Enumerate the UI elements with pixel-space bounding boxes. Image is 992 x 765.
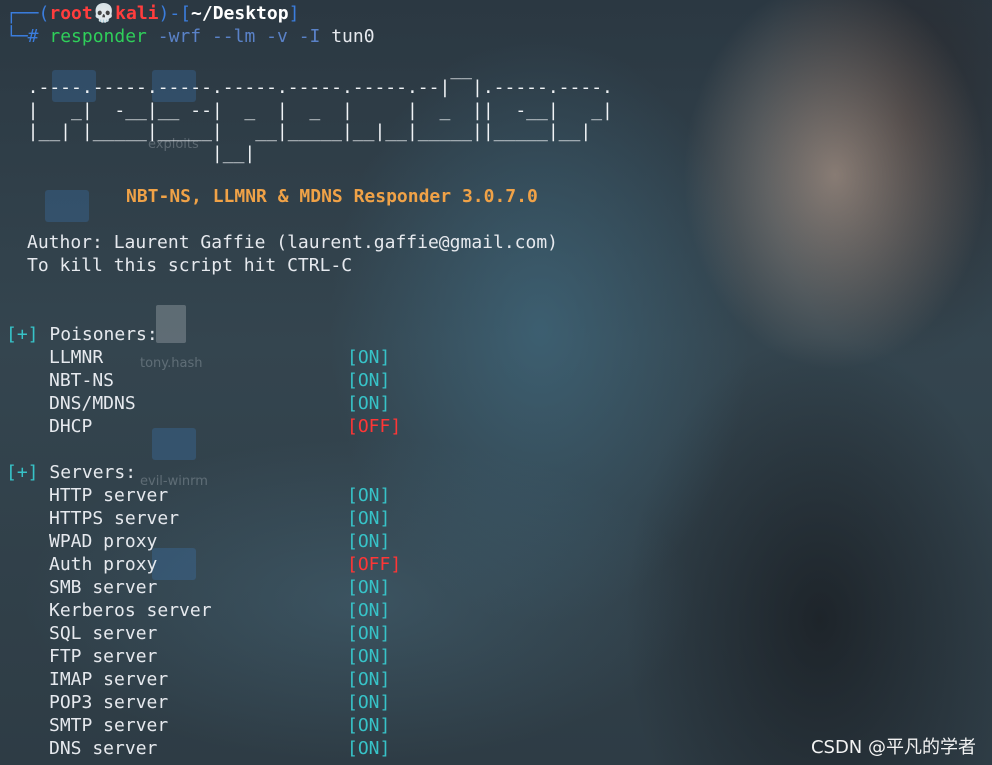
status-row-nbt-ns: NBT-NS [ON] (49, 369, 449, 392)
prompt-line: ┌──(root💀kali)-[~/Desktop] (6, 2, 299, 25)
status-value: [ON] (347, 531, 391, 552)
prompt-frame-open: ┌──( (6, 3, 50, 24)
ascii-art-line: | _| -__|__ --| _ | _ | | _ || -__| _| (6, 100, 613, 121)
status-row-dns-mdns: DNS/MDNS [ON] (49, 392, 449, 415)
status-row-auth-proxy: Auth proxy [OFF] (49, 553, 449, 576)
plus-marker: [+] (6, 324, 39, 345)
prompt-host: kali (115, 3, 159, 24)
prompt-user: root (49, 3, 93, 24)
command-arg: --lm (211, 26, 256, 47)
prompt-frame-mid: )-[ (158, 3, 192, 24)
status-value: [ON] (347, 692, 391, 713)
status-value: [ON] (347, 669, 391, 690)
status-row-smb: SMB server [ON] (49, 576, 449, 599)
status-name: SMTP server (49, 715, 169, 736)
status-value: [ON] (347, 738, 391, 759)
status-value: [ON] (347, 485, 391, 506)
status-row-https: HTTPS server [ON] (49, 507, 449, 530)
status-name: LLMNR (49, 347, 104, 368)
status-name: HTTP server (49, 485, 169, 506)
status-name: DHCP (49, 416, 93, 437)
status-name: IMAP server (49, 669, 169, 690)
status-name: NBT-NS (49, 370, 115, 391)
status-row-pop3: POP3 server [ON] (49, 691, 449, 714)
version-banner: NBT-NS, LLMNR & MDNS Responder 3.0.7.0 (126, 186, 538, 207)
status-row-imap: IMAP server [ON] (49, 668, 449, 691)
status-row-ftp: FTP server [ON] (49, 645, 449, 668)
status-name: DNS/MDNS (49, 393, 136, 414)
prompt-frame-close: ] (288, 3, 300, 24)
status-row-wpad: WPAD proxy [ON] (49, 530, 449, 553)
status-row-llmnr: LLMNR [ON] (49, 346, 449, 369)
author-line: Author: Laurent Gaffie (laurent.gaffie@g… (27, 232, 559, 253)
status-name: HTTPS server (49, 508, 180, 529)
status-name: Kerberos server (49, 600, 212, 621)
ascii-art-line: .----.-----.-----.-----.-----.-----.--| … (6, 77, 613, 98)
kill-hint-line: To kill this script hit CTRL-C (27, 255, 353, 276)
command-line[interactable]: └─# responder -wrf --lm -v -I tun0 (6, 25, 375, 48)
status-name: SMB server (49, 577, 158, 598)
status-value: [ON] (347, 347, 391, 368)
status-row-sql: SQL server [ON] (49, 622, 449, 645)
status-name: SQL server (49, 623, 158, 644)
status-row-kerberos: Kerberos server [ON] (49, 599, 449, 622)
status-value: [ON] (347, 577, 391, 598)
command-arg: -wrf (157, 26, 202, 47)
ascii-art-line: |__| (6, 143, 256, 164)
poisoners-heading: [+] Poisoners: (6, 323, 158, 346)
status-value: [ON] (347, 370, 391, 391)
plus-marker: [+] (6, 462, 39, 483)
command-arg: -v (266, 26, 288, 47)
skull-icon: 💀 (92, 3, 116, 24)
servers-heading: [+] Servers: (6, 461, 136, 484)
status-row-dns: DNS server [ON] (49, 737, 449, 760)
status-name: FTP server (49, 646, 158, 667)
section-title: Poisoners: (49, 324, 158, 345)
status-value: [ON] (347, 393, 391, 414)
status-value: [OFF] (347, 416, 402, 437)
status-name: POP3 server (49, 692, 169, 713)
command-interface: tun0 (331, 26, 375, 47)
status-name: WPAD proxy (49, 531, 158, 552)
command-arg: -I (298, 26, 321, 47)
status-value: [ON] (347, 508, 391, 529)
section-title: Servers: (49, 462, 137, 483)
status-name: DNS server (49, 738, 158, 759)
status-value: [ON] (347, 646, 391, 667)
status-row-smtp: SMTP server [ON] (49, 714, 449, 737)
csdn-watermark: CSDN @平凡的学者 (810, 737, 976, 758)
status-value: [ON] (347, 715, 391, 736)
prompt-hash: └─# (6, 26, 39, 47)
status-value: [OFF] (347, 554, 402, 575)
status-name: Auth proxy (49, 554, 158, 575)
terminal-window[interactable]: ┌──(root💀kali)-[~/Desktop] └─# responder… (0, 0, 992, 765)
status-row-http: HTTP server [ON] (49, 484, 449, 507)
command-program: responder (49, 26, 147, 47)
ascii-art-line: |__| |_____|_____| __|_____|__|__|_____|… (6, 121, 592, 142)
status-row-dhcp: DHCP [OFF] (49, 415, 449, 438)
prompt-path: ~/Desktop (191, 3, 289, 24)
status-value: [ON] (347, 600, 391, 621)
status-value: [ON] (347, 623, 391, 644)
